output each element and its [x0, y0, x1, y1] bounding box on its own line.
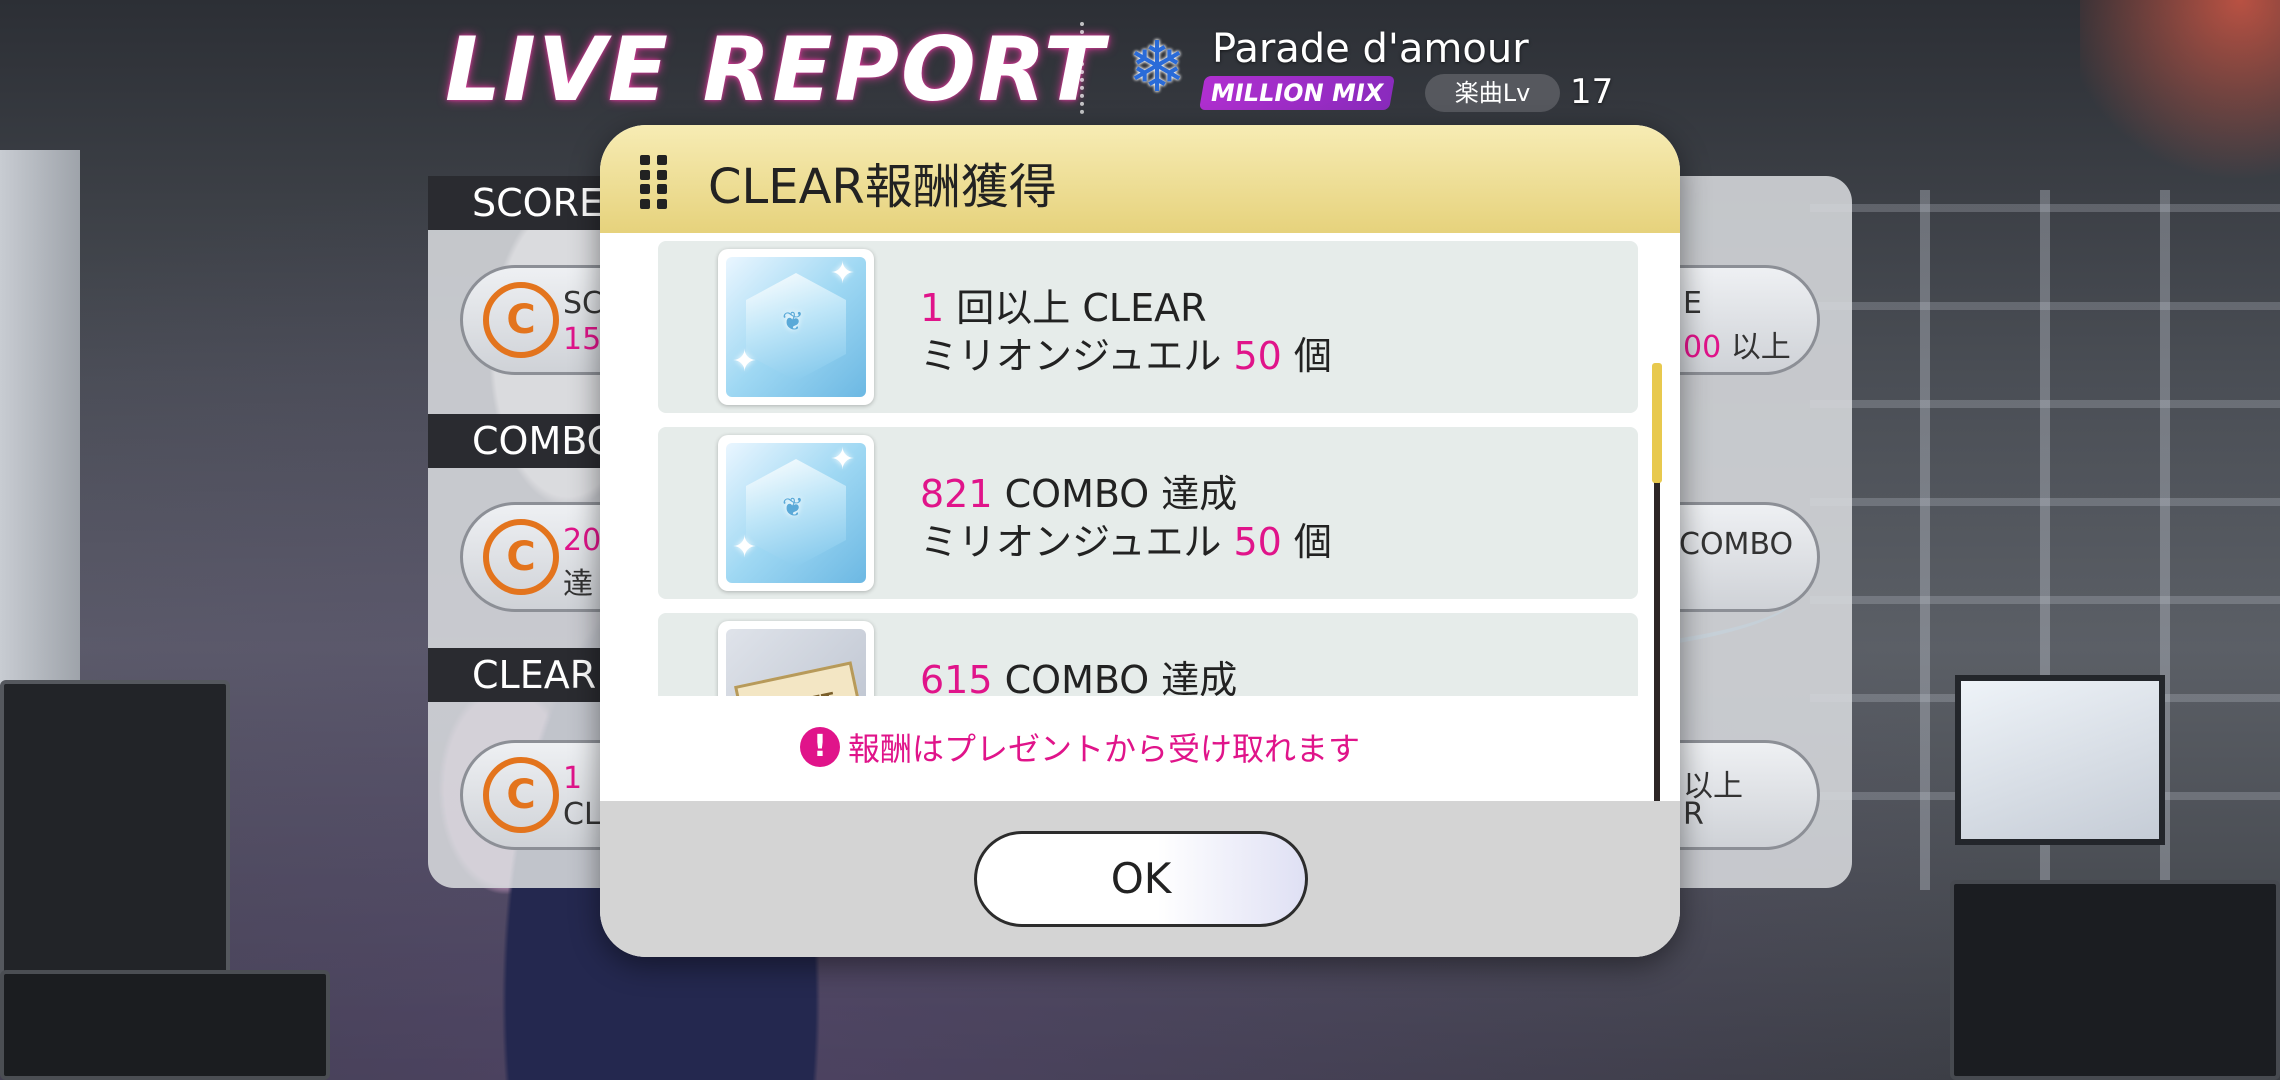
reward-thumbnail: ✦ ✦ ❦ [718, 249, 874, 405]
reward-condition: 615 COMBO 達成 [920, 658, 1238, 696]
fairy-type-icon: ❄ [1127, 26, 1187, 108]
backstage-wall [0, 150, 80, 710]
million-jewel-icon: ✦ ✦ ❦ [726, 257, 866, 397]
reward-item: ✦ ✦ ❦ 1 回以上 CLEAR ミリオンジュエル 50 個 [658, 241, 1638, 413]
reward-condition: 1 回以上 CLEAR [920, 286, 1207, 330]
reward-list[interactable]: ✦ ✦ ❦ 1 回以上 CLEAR ミリオンジュエル 50 個 ✦ ✦ ❦ 82… [658, 241, 1638, 696]
reward-thumbnail: ✦ ✦ ❦ [718, 435, 874, 591]
present-notice: ! 報酬はプレゼントから受け取れます [800, 721, 1360, 773]
monitor-screen [1955, 675, 2165, 845]
header-divider [1080, 22, 1084, 114]
stage-lights [2080, 0, 2280, 200]
song-title: Parade d'amour [1212, 26, 1529, 72]
dialog-title: CLEAR報酬獲得 [708, 159, 1057, 215]
equipment-case-right [1950, 880, 2280, 1080]
reward-thumbnail: TICKET [718, 621, 874, 696]
live-report-title: LIVE REPORT [445, 18, 1106, 121]
dialog-footer: OK [600, 801, 1680, 957]
dialog-header: CLEAR報酬獲得 [600, 125, 1680, 233]
million-jewel-icon: ✦ ✦ ❦ [726, 443, 866, 583]
reward-list-scroll-thumb[interactable] [1652, 363, 1662, 483]
reward-condition: 821 COMBO 達成 [920, 472, 1238, 516]
drag-handle-icon [640, 155, 668, 209]
song-level-label: 楽曲Lv [1425, 74, 1560, 112]
score-medal-icon: C [483, 282, 559, 358]
reward-item: ✦ ✦ ❦ 821 COMBO 達成 ミリオンジュエル 50 個 [658, 427, 1638, 599]
combo-medal-icon: C [483, 519, 559, 595]
alert-icon: ! [800, 727, 840, 767]
ticket-icon: TICKET [726, 629, 866, 696]
million-mix-badge: MILLION MIX [1199, 76, 1395, 110]
reward-content: ミリオンジュエル 50 個 [920, 334, 1332, 378]
ok-button[interactable]: OK [974, 831, 1308, 927]
song-level-value: 17 [1570, 72, 1614, 112]
clear-medal-icon: C [483, 757, 559, 833]
reward-content: ミリオンジュエル 50 個 [920, 520, 1332, 564]
reward-item: TICKET 615 COMBO 達成 [658, 613, 1638, 696]
clear-reward-dialog: CLEAR報酬獲得 ✦ ✦ ❦ 1 回以上 CLEAR ミリオンジュエル 50 … [600, 125, 1680, 957]
equipment-case [0, 680, 230, 980]
equipment-case-lower [0, 970, 330, 1080]
